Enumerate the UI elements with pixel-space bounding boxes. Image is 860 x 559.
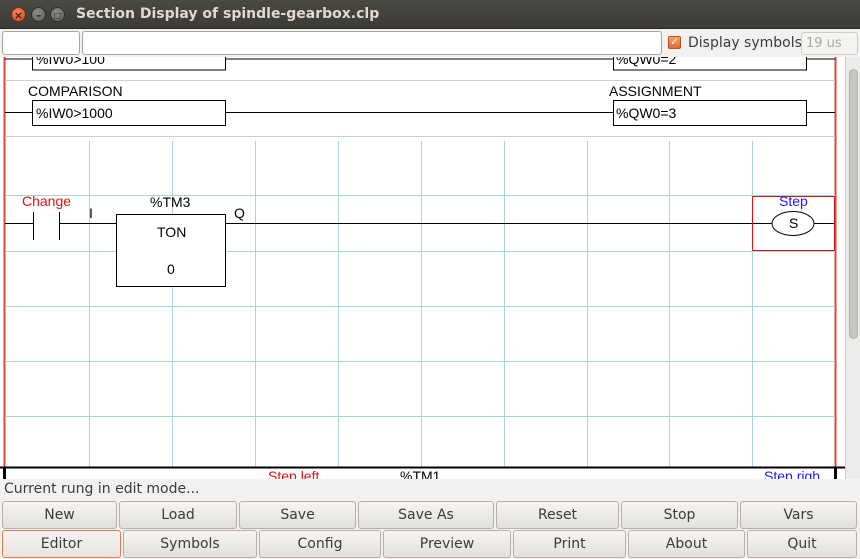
rung-3[interactable]: Change I %TM3 TON 0 Q Step S	[5, 141, 835, 467]
left-rail-segment	[3, 467, 6, 479]
contact-symbol-label: Change	[22, 193, 71, 209]
assignment-expression: %QW0=3	[616, 105, 677, 121]
ladder-canvas[interactable]: %IW0>100 %QW0=2 COMPARISON ASSIGNMENT %I…	[0, 57, 845, 479]
assignment-expression: %QW0=2	[616, 57, 677, 67]
assignment-label: ASSIGNMENT	[609, 83, 702, 99]
save-as-button[interactable]: Save As	[358, 501, 494, 529]
comparison-label: COMPARISON	[28, 83, 123, 99]
maximize-icon: □	[53, 11, 62, 20]
about-button[interactable]: About	[628, 530, 745, 558]
step-left-label: Step left	[268, 468, 319, 479]
comparison-expression: %IW0>1000	[36, 105, 113, 121]
window-title: Section Display of spindle-gearbox.clp	[76, 6, 380, 22]
toolbar: ✓ Display symbols 19 us	[0, 29, 860, 57]
checkmark-icon: ✓	[670, 37, 679, 48]
rung-comment-input[interactable]	[82, 31, 662, 55]
timer-type-label: TON	[157, 224, 186, 240]
close-window-button[interactable]: ×	[11, 7, 26, 22]
scrollbar-thumb[interactable]	[849, 69, 858, 339]
edit-grid	[5, 141, 835, 467]
minimize-window-button[interactable]: –	[31, 7, 46, 22]
vertical-scrollbar[interactable]	[845, 57, 860, 479]
step-right-label: Step righ	[764, 468, 820, 479]
rung-2[interactable]: COMPARISON ASSIGNMENT %IW0>1000 %QW0=3	[5, 83, 835, 137]
new-button[interactable]: New	[2, 501, 117, 529]
contact-element[interactable]	[33, 212, 60, 240]
rung-label-input[interactable]	[2, 31, 80, 55]
reset-button[interactable]: Reset	[496, 501, 619, 529]
right-rail-segment	[834, 467, 837, 479]
vars-button[interactable]: Vars	[740, 501, 857, 529]
timer-input-label: I	[89, 205, 93, 221]
timer-name-label: %TM3	[150, 194, 191, 210]
editor-button[interactable]: Editor	[2, 530, 121, 558]
ladder-diagram: %IW0>100 %QW0=2 COMPARISON ASSIGNMENT %I…	[0, 57, 845, 479]
display-symbols-checkbox[interactable]: ✓	[668, 36, 681, 49]
symbols-button[interactable]: Symbols	[123, 530, 257, 558]
comparison-expression: %IW0>100	[36, 57, 105, 67]
config-button[interactable]: Config	[259, 530, 381, 558]
cycle-time-display: 19 us	[801, 32, 858, 55]
stop-button[interactable]: Stop	[621, 501, 738, 529]
timer-label: %TM1	[400, 468, 441, 479]
app-window: × – □ Section Display of spindle-gearbox…	[0, 0, 860, 559]
preview-button[interactable]: Preview	[383, 530, 511, 558]
status-message: Current rung in edit mode...	[4, 481, 200, 497]
rung-4[interactable]: Step left %TM1 Step righ	[0, 466, 845, 479]
print-button[interactable]: Print	[513, 530, 626, 558]
timer-preset-value: 0	[167, 261, 175, 277]
save-button[interactable]: Save	[239, 501, 356, 529]
title-bar: × – □ Section Display of spindle-gearbox…	[0, 0, 860, 29]
maximize-window-button[interactable]: □	[50, 7, 65, 22]
rung-1[interactable]: %IW0>100 %QW0=2	[5, 57, 835, 81]
load-button[interactable]: Load	[119, 501, 237, 529]
display-symbols-label[interactable]: Display symbols	[688, 35, 802, 51]
coil-symbol-label: Step	[779, 193, 808, 209]
quit-button[interactable]: Quit	[747, 530, 857, 558]
close-icon: ×	[13, 9, 24, 22]
coil-type-label: S	[789, 215, 798, 231]
timer-output-label: Q	[234, 205, 245, 221]
minimize-icon: –	[35, 9, 42, 22]
